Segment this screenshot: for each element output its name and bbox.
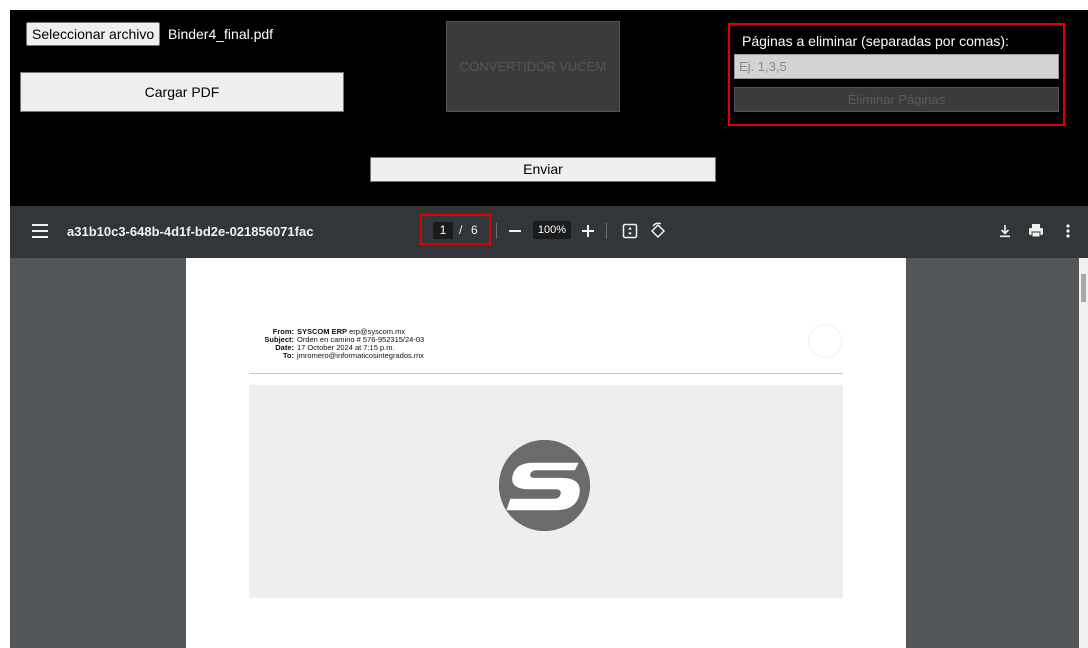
page-indicator: 1 / 6 [420,214,491,245]
email-divider [249,373,843,374]
delete-pages-button[interactable]: Eliminar Páginas [734,87,1059,112]
more-icon[interactable] [1059,221,1077,241]
load-pdf-button[interactable]: Cargar PDF [20,72,344,112]
zoom-in-icon[interactable] [579,221,597,241]
delete-pages-input[interactable]: Ej. 1,3,5 [734,54,1059,79]
pdf-page: From: SYSCOM ERP erp@syscom.mx Subject: … [186,258,906,648]
page-number-input[interactable]: 1 [433,222,453,239]
fit-page-icon[interactable] [621,221,639,241]
print-icon[interactable] [1027,221,1045,241]
zoom-level-input[interactable]: 100% [533,221,571,239]
faint-circle-icon [808,324,842,358]
document-title: a31b10c3-648b-4d1f-bd2e-021856071fac [67,224,314,239]
download-icon[interactable] [996,221,1014,241]
delete-pages-label: Páginas a eliminar (separadas por comas)… [742,33,1009,49]
toolbar-divider [606,223,607,239]
rotate-icon[interactable] [649,221,667,241]
send-button[interactable]: Enviar [370,157,716,182]
email-to: jmromero@informaticosintegrados.mx [297,351,424,360]
app-frame: Seleccionar archivo Binder4_final.pdf Ca… [10,10,1088,648]
email-banner [249,385,843,598]
viewer-scrollbar[interactable] [1079,258,1088,648]
pdf-toolbar: a31b10c3-648b-4d1f-bd2e-021856071fac 1 /… [10,206,1088,258]
scrollbar-thumb[interactable] [1081,274,1086,302]
select-file-button[interactable]: Seleccionar archivo [26,22,161,46]
vucem-converter-button[interactable]: CONVERTIDOR VUCEM [446,21,620,112]
email-header: From: SYSCOM ERP erp@syscom.mx Subject: … [249,328,449,360]
syscom-logo-icon [498,439,591,532]
email-to-row: To: jmromero@informaticosintegrados.mx [249,352,449,360]
menu-icon[interactable] [32,224,48,238]
delete-pages-panel: Páginas a eliminar (separadas por comas)… [728,23,1065,126]
pdf-viewer: a31b10c3-648b-4d1f-bd2e-021856071fac 1 /… [10,206,1088,648]
page-separator: / [459,223,463,237]
selected-file-name: Binder4_final.pdf [168,26,274,42]
page-total: 6 [471,223,478,237]
zoom-out-icon[interactable] [506,221,524,241]
toolbar-divider [496,223,497,239]
email-to-key: To: [282,351,294,360]
